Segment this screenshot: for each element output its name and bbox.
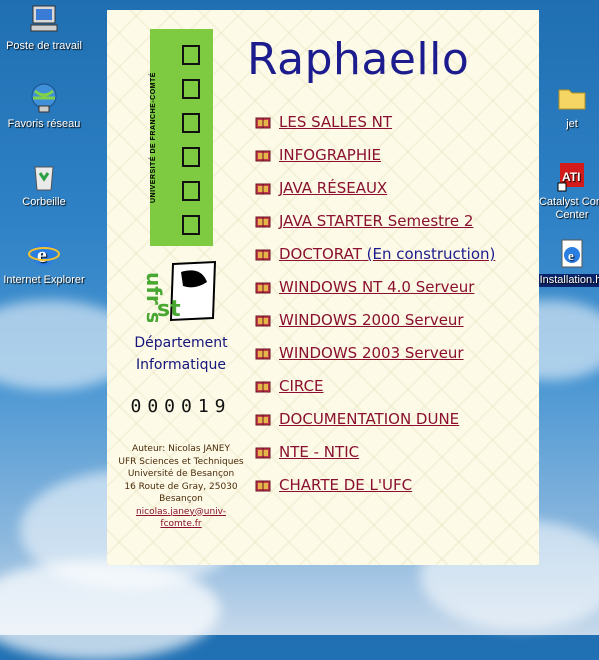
banner-symbol-icon [182,113,200,133]
author-email-link[interactable]: nicolas.janey@univ-fcomte.fr [117,506,245,531]
menu-item-label: JAVA STARTER Semestre 2 [279,212,474,230]
recycle-bin-icon [34,166,54,191]
svg-text:e: e [37,242,47,267]
svg-text:ATI: ATI [562,170,580,184]
department-line1: Département [134,335,228,351]
desktop-icon-internet-explorer[interactable]: e Internet Explorer [0,237,89,287]
author-city: Besançon [159,494,203,504]
menu-item-link[interactable]: LES SALLES NT [279,113,392,131]
menu-item-label: CHARTE DE L'UFC [279,476,413,494]
folder-icon [558,89,586,110]
menu-item-label: INFOGRAPHIE [279,146,382,164]
computer-icon [30,5,58,32]
menu-item-label: DOCTORAT [279,245,362,263]
html-file-icon: e [561,239,583,268]
page-title: Raphaello [247,34,470,85]
menu-item-link[interactable]: NTE - NTIC [279,443,359,461]
ati-icon: ATI [557,163,584,192]
menu-item-link[interactable]: WINDOWS 2003 Serveur [279,344,464,362]
author-affiliation: UFR Sciences et Techniques [118,456,244,467]
book-bullet-icon [255,216,271,228]
menu-item-link[interactable]: WINDOWS 2000 Serveur [279,311,464,329]
book-bullet-icon [255,348,271,360]
banner-symbol-icon [182,147,200,167]
book-bullet-icon [255,315,271,327]
web-page: UNIVERSITÉ DE FRANCHE-COMTÉ ufr st st Dé… [107,10,539,565]
book-bullet-icon [255,414,271,426]
book-bullet-icon [255,282,271,294]
author-name: Auteur: Nicolas JANEY [132,444,230,454]
author-address: 16 Route de Gray, 25030 [124,481,238,492]
author-info: Auteur: Nicolas JANEY UFR Sciences et Te… [117,443,245,531]
department-line2: Informatique [136,357,226,373]
menu-item-label: DOCUMENTATION DUNE [279,410,460,428]
left-column: UNIVERSITÉ DE FRANCHE-COMTÉ ufr st st Dé… [107,10,252,565]
menu-item-label: LES SALLES NT [279,113,393,131]
banner-symbol-icon [182,79,200,99]
department-name: Département Informatique [117,332,245,376]
banner-symbol-icon [182,45,200,65]
menu-item-link[interactable]: CIRCE [279,377,324,395]
svg-text:e: e [568,248,574,263]
menu-item-label: WINDOWS 2003 Serveur [279,344,464,362]
menu-item-link[interactable]: JAVA STARTER Semestre 2 [279,212,473,230]
menu-item-link[interactable]: DOCUMENTATION DUNE [279,410,459,428]
desktop-icon-my-computer[interactable]: Poste de travail [0,3,89,53]
menu-item-label: JAVA RÉSEAUX [279,179,388,197]
author-university: Université de Besançon [127,469,235,479]
menu-item-label: WINDOWS 2000 Serveur [279,311,464,329]
book-bullet-icon [255,117,271,129]
banner-symbol-icon [182,181,200,201]
book-bullet-icon [255,447,271,459]
book-bullet-icon [255,381,271,393]
menu-item-note: (En construction) [361,245,496,263]
network-icon [31,83,57,113]
menu-item-link[interactable]: JAVA RÉSEAUX [279,179,387,197]
visit-counter: 000019 [130,396,232,417]
desktop-icon-network-places[interactable]: Favoris réseau [0,81,89,131]
desktop-icon-label: Internet Explorer [3,274,85,286]
menu-item-link[interactable]: WINDOWS NT 4.0 Serveur [279,278,474,296]
ufr-st-logo[interactable]: ufr st st [135,260,217,322]
book-bullet-icon [255,249,271,261]
menu-item-link[interactable]: CHARTE DE L'UFC [279,476,412,494]
banner-symbol-icon [182,215,200,235]
menu-item-label: WINDOWS NT 4.0 Serveur [279,278,475,296]
book-bullet-icon [255,183,271,195]
desktop-icon-recycle-bin[interactable]: Corbeille [0,159,89,209]
menu-item-link[interactable]: DOCTORAT (En construction) [279,245,495,263]
book-bullet-icon [255,150,271,162]
desktop-icon-label: Poste de travail [6,40,82,52]
menu-item-label: NTE - NTIC [279,443,360,461]
university-banner[interactable]: UNIVERSITÉ DE FRANCHE-COMTÉ [150,29,213,246]
svg-text:st: st [157,297,181,322]
desktop-icon-label: Corbeille [22,196,66,208]
menu-item-label: CIRCE [279,377,324,395]
ie-icon: e [28,242,60,267]
menu-item-link[interactable]: INFOGRAPHIE [279,146,381,164]
desktop-icon-label: Favoris réseau [7,118,81,130]
book-bullet-icon [255,480,271,492]
university-banner-text: UNIVERSITÉ DE FRANCHE-COMTÉ [150,72,157,203]
